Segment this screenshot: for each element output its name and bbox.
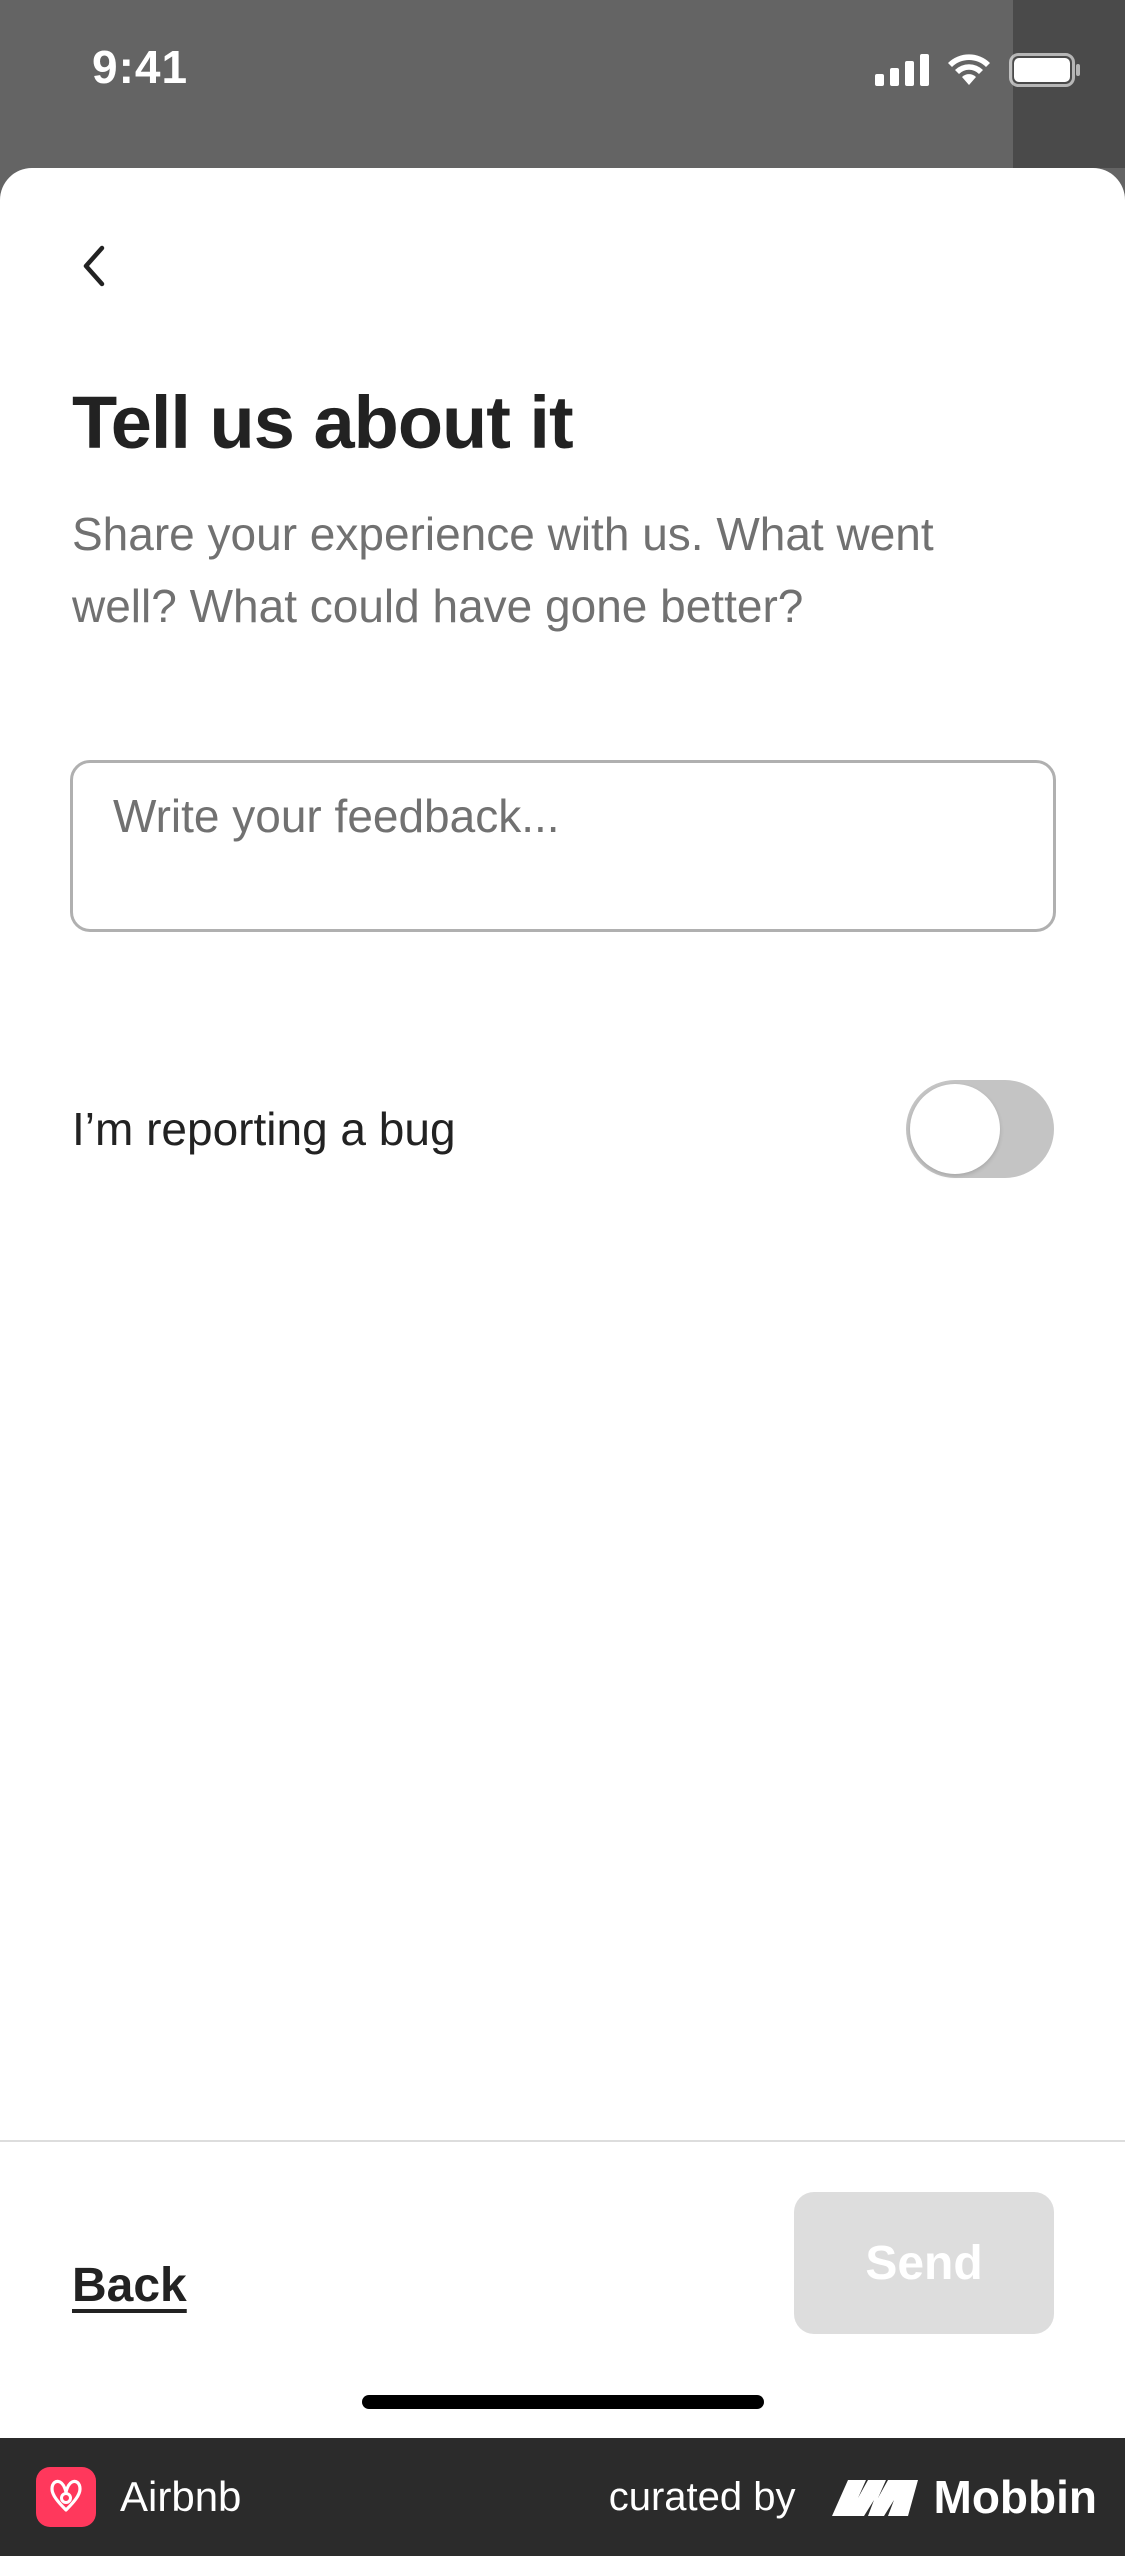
footer-divider — [0, 2140, 1125, 2142]
feedback-field[interactable] — [70, 760, 1056, 932]
brand-name: Airbnb — [120, 2473, 242, 2520]
brand-left: Airbnb — [36, 2466, 241, 2528]
airbnb-logo-icon — [36, 2467, 96, 2527]
wifi-icon — [948, 54, 990, 85]
curated-by-text: curated by — [608, 2474, 796, 2519]
back-link[interactable]: Back — [72, 2258, 187, 2313]
feedback-sheet: Tell us about it Share your experience w… — [0, 168, 1125, 2438]
bug-toggle[interactable] — [906, 1080, 1054, 1178]
bug-toggle-label: I’m reporting a bug — [72, 1103, 456, 1155]
bug-report-row: I’m reporting a bug — [72, 1074, 1054, 1184]
back-chevron-icon[interactable] — [66, 238, 122, 294]
mobbin-name: Mobbin — [933, 2471, 1098, 2523]
status-bar: 9:41 — [0, 0, 1125, 168]
status-icons — [875, 50, 1081, 90]
mobbin-brand: Mobbin — [831, 2470, 1098, 2524]
page-subtitle: Share your experience with us. What went… — [72, 508, 934, 632]
brand-bar: Airbnb curated by Mobbin — [0, 2438, 1125, 2556]
page-title: Tell us about it — [72, 381, 574, 464]
send-button[interactable]: Send — [794, 2192, 1054, 2334]
toggle-knob — [910, 1084, 1000, 1174]
battery-icon — [1009, 53, 1080, 87]
mobbin-logo-icon — [831, 2480, 918, 2516]
home-indicator — [362, 2395, 764, 2409]
feedback-input[interactable] — [113, 789, 1013, 903]
signal-icon — [875, 54, 929, 86]
brand-right: curated by Mobbin — [609, 2466, 1097, 2528]
status-time: 9:41 — [92, 41, 189, 93]
